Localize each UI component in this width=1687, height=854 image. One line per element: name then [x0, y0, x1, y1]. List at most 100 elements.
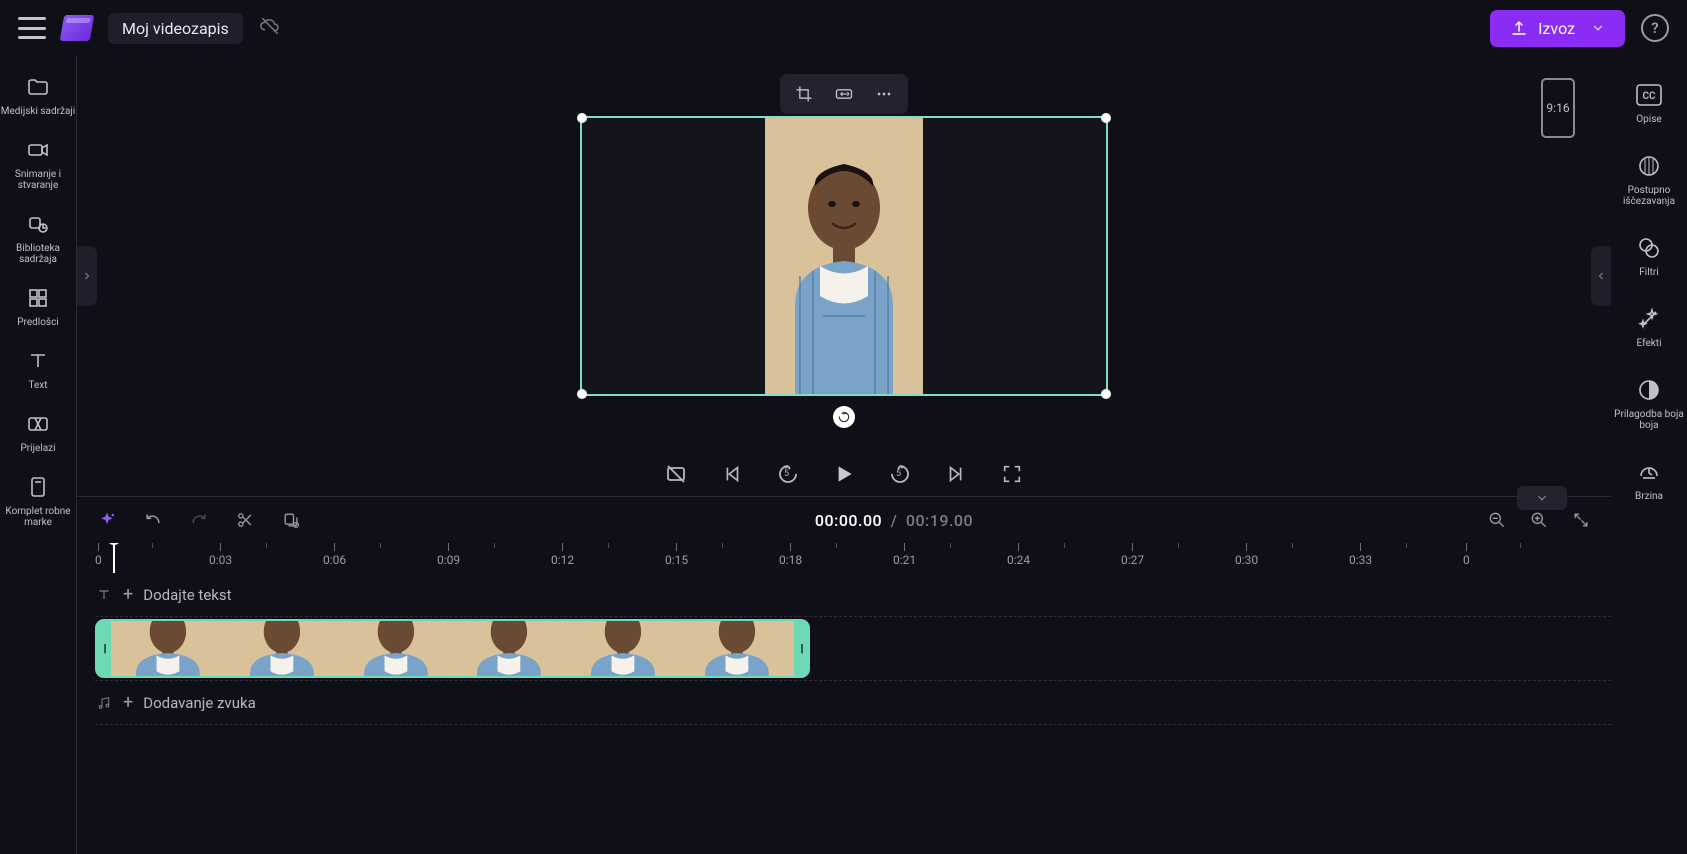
clip-thumbnail [111, 621, 225, 676]
redo-button[interactable] [187, 508, 211, 532]
export-button[interactable]: Izvoz [1490, 10, 1625, 47]
app-logo [60, 15, 95, 41]
fit-button[interactable] [829, 80, 859, 108]
export-label: Izvoz [1538, 19, 1575, 38]
cloud-sync-off-icon[interactable] [259, 15, 281, 41]
folder-icon [25, 74, 51, 100]
sidebar-item-text[interactable]: Text [0, 348, 76, 391]
skip-forward-button[interactable]: 5 [886, 460, 914, 488]
text-icon [95, 587, 113, 603]
more-options-button[interactable] [869, 80, 899, 108]
clip-trim-left[interactable]: || [97, 621, 111, 676]
ruler-tick: 0:27 [1121, 543, 1144, 573]
ruler-tick: 0:09 [437, 543, 460, 573]
ruler-tick: 0 [1463, 543, 1470, 573]
timeline-tracks: + Dodajte tekst || [77, 573, 1611, 854]
camera-icon [25, 137, 51, 163]
timeline-ruler[interactable]: 0 0:03 0:06 0:09 0:12 0:15 0:18 0:21 0:24 0:27 0:3… [77, 543, 1611, 573]
resize-handle-br[interactable] [1101, 389, 1111, 399]
safe-zone-button[interactable] [662, 460, 690, 488]
timeline-area: 00:00.00 / 00:19.00 0 0:03 0:06 0:09 0:12 0:1… [76, 496, 1611, 854]
right-sidebar: CC Opise Postupno iščezavanja Filtri Efe… [1611, 56, 1687, 854]
ruler-tick: 0:21 [893, 543, 916, 573]
zoom-in-button[interactable] [1527, 508, 1551, 532]
undo-button[interactable] [141, 508, 165, 532]
sidebar-item-record[interactable]: Snimanje i stvaranje [0, 137, 76, 191]
sidebar-item-media[interactable]: Medijski sadržaji [0, 74, 76, 117]
clip-trim-right[interactable]: || [794, 621, 808, 676]
ruler-tick: 0:24 [1007, 543, 1030, 573]
sidebar-item-templates[interactable]: Predlošci [0, 285, 76, 328]
ruler-tick: 0:33 [1349, 543, 1372, 573]
ruler-tick: 0:12 [551, 543, 574, 573]
aspect-ratio-button[interactable]: 9:16 [1541, 78, 1575, 138]
sidebar-item-speed[interactable]: Brzina [1611, 459, 1687, 502]
resize-handle-tl[interactable] [577, 113, 587, 123]
sidebar-item-transitions[interactable]: Prijelazi [0, 411, 76, 454]
rotate-handle[interactable] [833, 406, 855, 428]
clip-thumbnail [566, 621, 680, 676]
resize-handle-tr[interactable] [1101, 113, 1111, 123]
plus-icon: + [123, 692, 133, 713]
clip-thumbnail [680, 621, 794, 676]
left-sidebar: Medijski sadržaji Snimanje i stvaranje B… [0, 56, 76, 854]
collapse-timeline-button[interactable] [1517, 486, 1567, 510]
timecode-display: 00:00.00 / 00:19.00 [815, 511, 973, 530]
text-track[interactable]: + Dodajte tekst [95, 573, 1611, 617]
menu-button[interactable] [18, 17, 46, 39]
add-audio-label: Dodavanje zvuka [143, 694, 256, 712]
filters-icon [1636, 235, 1662, 261]
plus-icon: + [123, 584, 133, 605]
clip-thumbnail [452, 621, 566, 676]
ruler-tick: 0:06 [323, 543, 346, 573]
fade-icon [1636, 153, 1662, 179]
expand-right-panel[interactable] [1591, 246, 1611, 306]
duplicate-button[interactable] [279, 508, 303, 532]
expand-left-panel[interactable] [77, 246, 97, 306]
playhead[interactable] [113, 543, 115, 573]
ruler-tick: 0:30 [1235, 543, 1258, 573]
sidebar-item-color-adjust[interactable]: Prilagodba boja boja [1611, 377, 1687, 431]
top-bar: Moj videozapis Izvoz ? [0, 0, 1687, 56]
music-icon [95, 695, 113, 711]
preview-area: 9:16 [76, 56, 1611, 496]
sidebar-item-effects[interactable]: Efekti [1611, 306, 1687, 349]
preview-frame[interactable] [580, 116, 1108, 396]
audio-track[interactable]: + Dodavanje zvuka [95, 681, 1611, 725]
ai-tool-button[interactable] [95, 508, 119, 532]
skip-back-button[interactable]: 5 [774, 460, 802, 488]
split-button[interactable] [233, 508, 257, 532]
resize-handle-bl[interactable] [577, 389, 587, 399]
ruler-tick: 0 [95, 543, 102, 573]
fit-timeline-button[interactable] [1569, 508, 1593, 532]
sidebar-item-captions[interactable]: CC Opise [1611, 82, 1687, 125]
sidebar-item-brand-kit[interactable]: Komplet robne marke [0, 474, 76, 528]
crop-button[interactable] [789, 80, 819, 108]
sidebar-item-fade[interactable]: Postupno iščezavanja [1611, 153, 1687, 207]
help-button[interactable]: ? [1641, 14, 1669, 42]
crop-toolbar [780, 74, 908, 114]
ruler-tick: 0:18 [779, 543, 802, 573]
ruler-tick: 0:03 [209, 543, 232, 573]
ruler-tick: 0:15 [665, 543, 688, 573]
clip-thumbnail [225, 621, 339, 676]
cc-icon: CC [1636, 82, 1662, 108]
player-controls: 5 5 [662, 460, 1026, 488]
video-clip[interactable]: || || [95, 619, 810, 678]
video-track[interactable]: || || [95, 617, 1611, 681]
brand-kit-icon [25, 474, 51, 500]
fullscreen-button[interactable] [998, 460, 1026, 488]
prev-frame-button[interactable] [718, 460, 746, 488]
upload-icon [1510, 19, 1528, 37]
next-frame-button[interactable] [942, 460, 970, 488]
zoom-out-button[interactable] [1485, 508, 1509, 532]
timeline-toolbar: 00:00.00 / 00:19.00 [77, 497, 1611, 543]
contrast-icon [1636, 377, 1662, 403]
clip-thumbnail [339, 621, 453, 676]
preview-content [765, 118, 923, 394]
sidebar-item-library[interactable]: Biblioteka sadržaja [0, 211, 76, 265]
sidebar-item-filters[interactable]: Filtri [1611, 235, 1687, 278]
project-title[interactable]: Moj videozapis [108, 13, 243, 44]
play-button[interactable] [830, 460, 858, 488]
add-text-label: Dodajte tekst [143, 586, 231, 604]
